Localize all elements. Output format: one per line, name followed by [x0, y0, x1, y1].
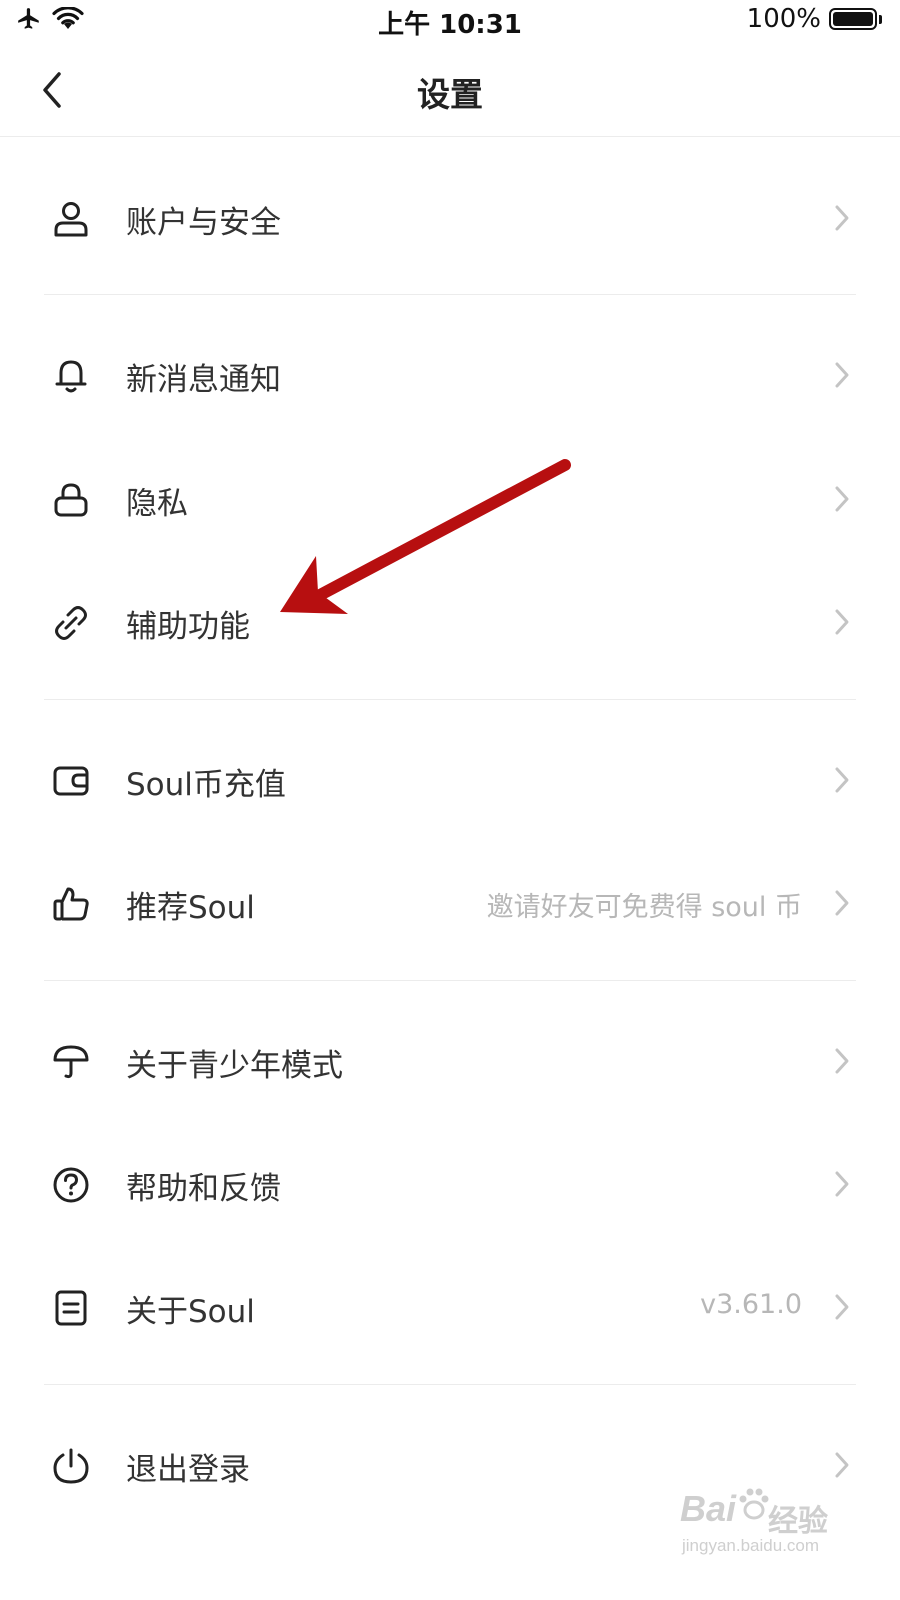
umbrella-icon — [53, 1045, 89, 1079]
menu-label-account-security: 账户与安全 — [126, 205, 281, 241]
chevron-right-icon — [835, 205, 849, 231]
power-icon — [53, 1448, 89, 1484]
battery-tip — [879, 14, 882, 24]
menu-label-accessibility: 辅助功能 — [126, 609, 250, 645]
menu-item-help[interactable]: 帮助和反馈 — [0, 1129, 900, 1239]
menu-label-recharge: Soul币充值 — [126, 767, 286, 803]
chevron-right-icon — [835, 1294, 849, 1320]
chevron-right-icon — [835, 890, 849, 916]
menu-label-about: 关于Soul — [126, 1294, 255, 1330]
menu-detail-recommend: 邀请好友可免费得 soul 币 — [486, 892, 802, 923]
nav-bar: 设置 — [0, 44, 900, 137]
divider — [44, 1384, 856, 1385]
question-icon — [53, 1167, 89, 1203]
chevron-right-icon — [835, 362, 849, 388]
menu-label-notifications: 新消息通知 — [126, 362, 281, 398]
app-version: v3.61.0 — [700, 1289, 802, 1320]
watermark-url: jingyan.baidu.com — [682, 1536, 820, 1555]
thumbs-up-icon — [53, 887, 89, 921]
chevron-right-icon — [835, 609, 849, 635]
document-icon — [55, 1290, 87, 1326]
chevron-right-icon — [835, 767, 849, 793]
status-right: 100% — [747, 4, 882, 34]
watermark-suffix: 经验 — [768, 1504, 828, 1539]
status-bar: 上午 10:31 100% — [0, 0, 900, 44]
menu-label-teen-mode: 关于青少年模式 — [126, 1048, 343, 1084]
menu-item-accessibility[interactable]: 辅助功能 — [0, 567, 900, 677]
divider — [44, 699, 856, 700]
page-title: 设置 — [417, 75, 483, 114]
baidu-watermark: Bai 经验 jingyan.baidu.com — [680, 1488, 870, 1568]
bell-icon — [55, 360, 87, 393]
battery-icon — [829, 8, 877, 30]
menu-label-logout: 退出登录 — [126, 1452, 250, 1488]
paw-icon — [738, 1486, 770, 1524]
battery-fill — [833, 12, 873, 26]
user-icon — [54, 202, 88, 237]
chevron-right-icon — [835, 1048, 849, 1074]
divider — [44, 980, 856, 981]
menu-item-privacy[interactable]: 隐私 — [0, 444, 900, 554]
menu-item-about[interactable]: 关于Soul v3.61.0 — [0, 1252, 900, 1362]
menu-item-account-security[interactable]: 账户与安全 — [0, 163, 900, 273]
menu-item-teen-mode[interactable]: 关于青少年模式 — [0, 1006, 900, 1116]
chevron-right-icon — [835, 1452, 849, 1478]
menu-item-recommend[interactable]: 推荐Soul 邀请好友可免费得 soul 币 — [0, 848, 900, 958]
menu-label-help: 帮助和反馈 — [126, 1171, 281, 1207]
wallet-icon — [53, 766, 89, 796]
menu-item-recharge[interactable]: Soul币充值 — [0, 725, 900, 835]
divider — [44, 294, 856, 295]
link-icon — [55, 606, 87, 640]
menu-label-privacy: 隐私 — [126, 486, 188, 522]
lock-icon — [54, 483, 88, 517]
chevron-right-icon — [835, 1171, 849, 1197]
watermark-brand: Bai — [680, 1488, 737, 1529]
menu-item-notifications[interactable]: 新消息通知 — [0, 320, 900, 430]
battery-percent: 100% — [746, 4, 821, 34]
menu-label-recommend: 推荐Soul — [126, 890, 255, 926]
chevron-right-icon — [835, 486, 849, 512]
